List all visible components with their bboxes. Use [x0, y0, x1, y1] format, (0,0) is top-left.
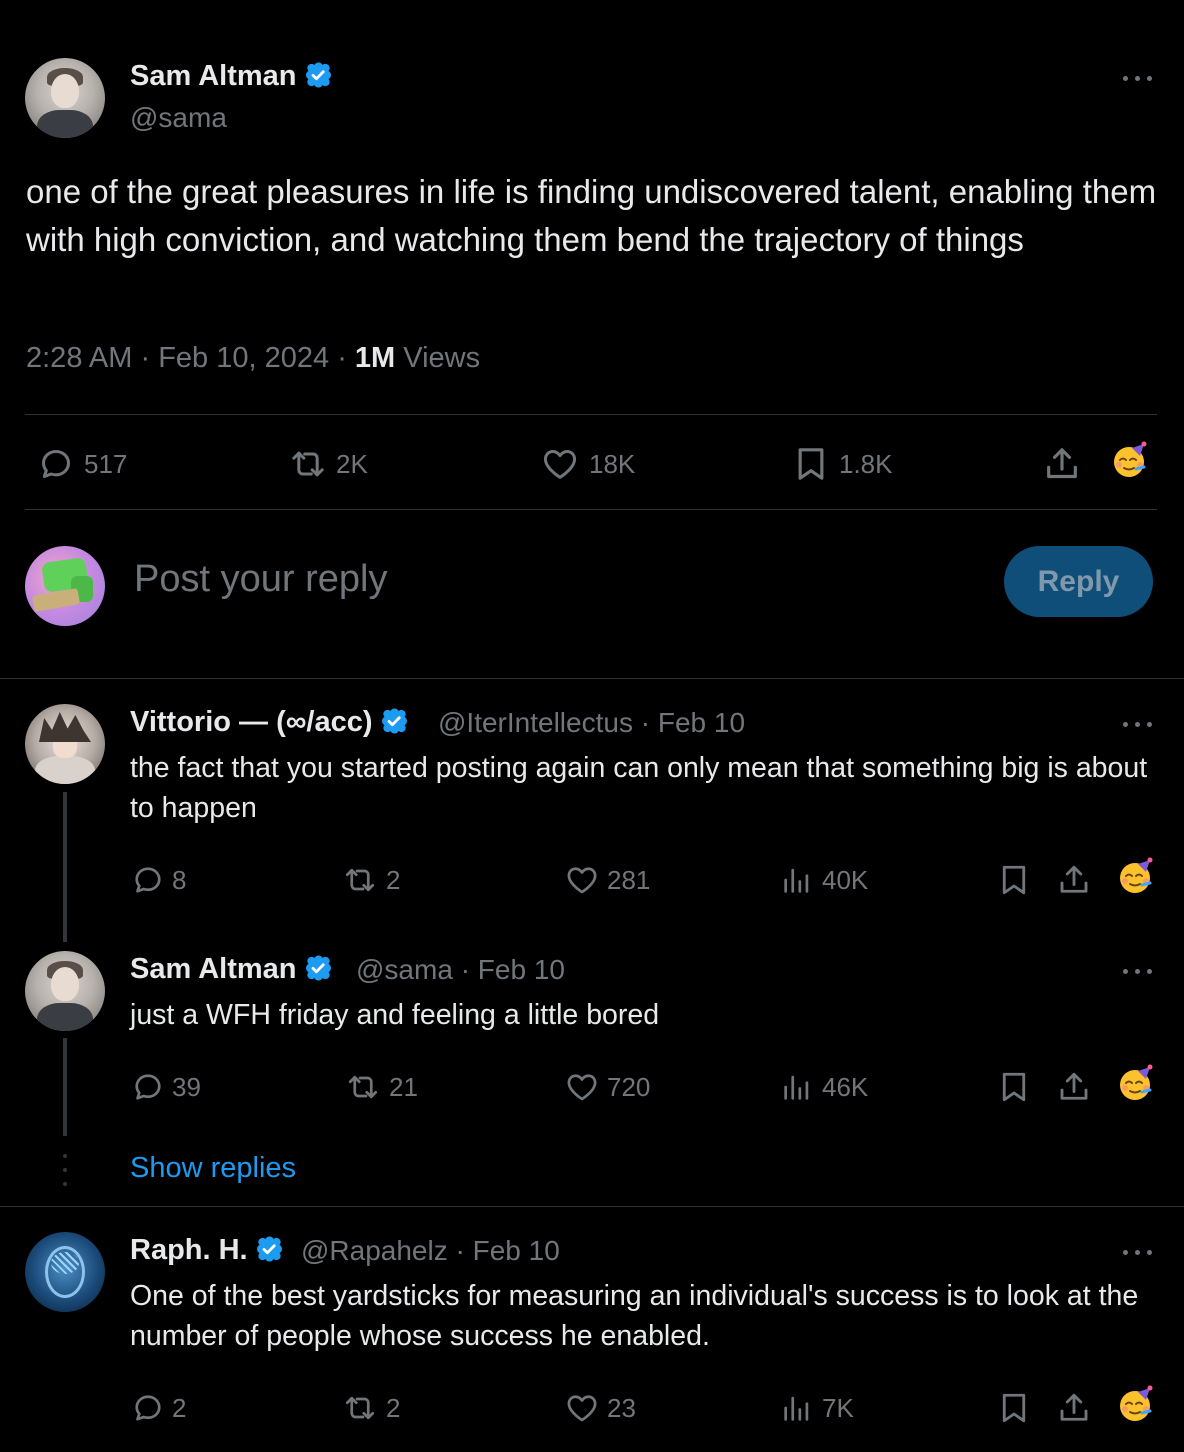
bookmark-button[interactable]: [996, 862, 1032, 898]
grok-emoji-icon[interactable]: [1116, 856, 1156, 896]
repost-button[interactable]: 2K: [286, 444, 368, 484]
verified-badge-icon: [254, 1234, 284, 1264]
divider: [25, 509, 1157, 510]
reply-author[interactable]: Raph. H.: [130, 1234, 284, 1267]
more-icon[interactable]: [1123, 966, 1157, 976]
reply-text: just a WFH friday and feeling a little b…: [130, 999, 660, 1031]
share-button[interactable]: [1056, 862, 1092, 898]
post-text: one of the great pleasures in life is fi…: [26, 173, 1157, 258]
verified-badge-icon: [303, 953, 333, 983]
grok-emoji-icon[interactable]: [1110, 440, 1150, 480]
share-icon: [1056, 1069, 1092, 1105]
reply-text: the fact that you started posting again …: [130, 752, 1148, 824]
verified-badge-icon: [379, 706, 409, 736]
repost-icon: [343, 1069, 383, 1105]
reply-button[interactable]: 517: [36, 444, 127, 484]
post-meta: 2:28 AM · Feb 10, 2024 · 1M Views: [26, 342, 481, 374]
like-icon: [539, 444, 581, 484]
thread-line: [63, 792, 67, 942]
views-icon: [780, 862, 814, 898]
share-icon: [1056, 862, 1092, 898]
reply-button[interactable]: 2: [130, 1390, 186, 1426]
verified-badge-icon: [303, 60, 333, 90]
show-replies-link[interactable]: Show replies: [130, 1152, 296, 1185]
views-count: 1M: [354, 342, 396, 374]
like-icon: [563, 1069, 601, 1105]
thread-line: [63, 1038, 67, 1136]
share-icon: [1056, 1390, 1092, 1426]
reply-author[interactable]: Sam Altman: [130, 953, 333, 986]
tweet-detail-page: Sam Altman @sama one of the great pleasu…: [0, 0, 1184, 1452]
reply-text: One of the best yardsticks for measuring…: [130, 1280, 1139, 1352]
share-button[interactable]: [1042, 444, 1082, 484]
reply-icon: [130, 862, 166, 898]
share-button[interactable]: [1056, 1390, 1092, 1426]
repost-button[interactable]: 2: [340, 862, 400, 898]
thread-dots: [63, 1150, 67, 1190]
views-label: Views: [403, 342, 481, 374]
views-button[interactable]: 40K: [780, 862, 868, 898]
repost-icon: [340, 1390, 380, 1426]
post-time[interactable]: 2:28 AM: [26, 342, 132, 374]
author-name[interactable]: Sam Altman: [130, 60, 333, 93]
like-icon: [563, 862, 601, 898]
like-button[interactable]: 281: [563, 862, 650, 898]
bookmark-icon: [996, 862, 1032, 898]
like-button[interactable]: 720: [563, 1069, 650, 1105]
reply-button[interactable]: 39: [130, 1069, 201, 1105]
divider: [0, 1206, 1184, 1207]
repost-button[interactable]: 2: [340, 1390, 400, 1426]
views-button[interactable]: 46K: [780, 1069, 868, 1105]
divider: [25, 414, 1157, 415]
reply-icon: [36, 444, 76, 484]
repost-button[interactable]: 21: [343, 1069, 418, 1105]
views-icon: [780, 1069, 814, 1105]
reply-handle-date: @Rapahelz · Feb 10: [301, 1235, 560, 1266]
bookmark-button[interactable]: 1.8K: [791, 444, 893, 484]
author-handle[interactable]: @sama: [130, 102, 227, 134]
divider: [0, 678, 1184, 679]
bookmark-button[interactable]: [996, 1069, 1032, 1105]
reply-input[interactable]: Post your reply: [134, 558, 387, 601]
views-icon: [780, 1390, 814, 1426]
reply-avatar[interactable]: [25, 1232, 105, 1312]
like-button[interactable]: 18K: [539, 444, 635, 484]
grok-emoji-icon[interactable]: [1116, 1384, 1156, 1424]
reply-handle-date: @IterIntellectus · Feb 10: [438, 707, 746, 738]
more-icon[interactable]: [1123, 719, 1157, 729]
reply-submit-button[interactable]: Reply: [1004, 546, 1153, 617]
like-icon: [563, 1390, 601, 1426]
share-icon: [1042, 444, 1082, 484]
more-icon[interactable]: [1123, 1247, 1157, 1257]
reply-avatar[interactable]: [25, 704, 105, 784]
bookmark-icon: [996, 1069, 1032, 1105]
bookmark-icon: [996, 1390, 1032, 1426]
author-avatar[interactable]: [25, 58, 105, 138]
like-button[interactable]: 23: [563, 1390, 636, 1426]
post-date[interactable]: Feb 10, 2024: [158, 342, 329, 374]
reply-avatar[interactable]: [25, 951, 105, 1031]
reply-button[interactable]: 8: [130, 862, 186, 898]
bookmark-icon: [791, 444, 831, 484]
repost-icon: [340, 862, 380, 898]
repost-icon: [286, 444, 330, 484]
my-avatar[interactable]: [25, 546, 105, 626]
share-button[interactable]: [1056, 1069, 1092, 1105]
reply-handle-date: @sama · Feb 10: [356, 954, 565, 985]
more-icon[interactable]: [1123, 73, 1157, 83]
bookmark-button[interactable]: [996, 1390, 1032, 1426]
reply-author[interactable]: Vittorio — (∞/acc): [130, 706, 409, 739]
reply-icon: [130, 1390, 166, 1426]
reply-icon: [130, 1069, 166, 1105]
views-button[interactable]: 7K: [780, 1390, 854, 1426]
grok-emoji-icon[interactable]: [1116, 1063, 1156, 1103]
